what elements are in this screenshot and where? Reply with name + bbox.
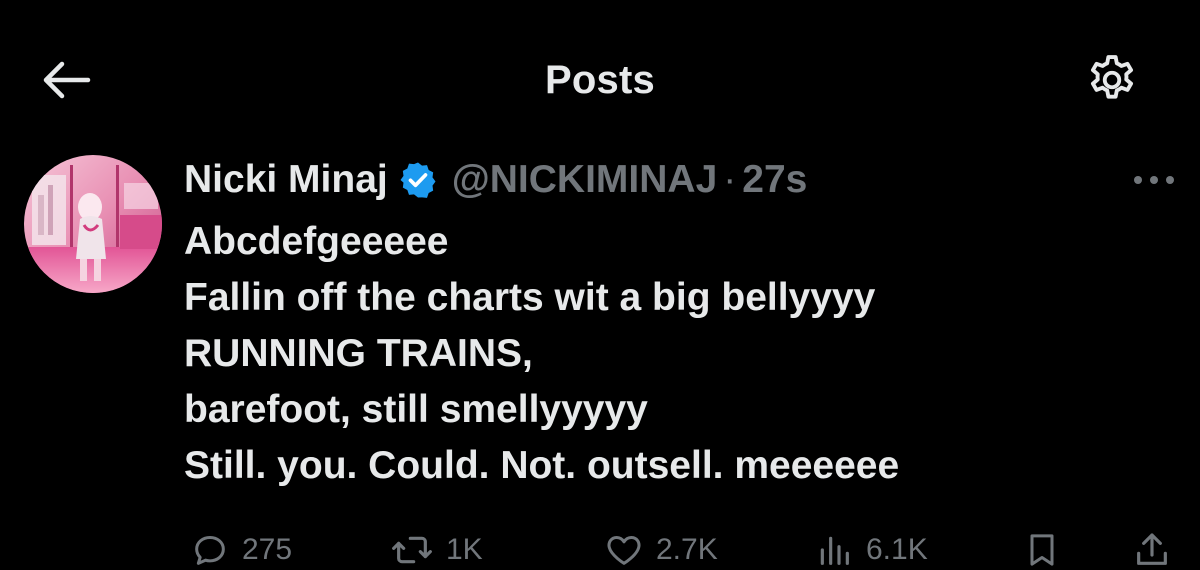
gear-icon <box>1090 55 1134 99</box>
top-bar: Posts <box>0 0 1200 150</box>
avatar[interactable] <box>24 155 162 293</box>
reply-count: 275 <box>242 533 293 566</box>
profile-picture <box>24 155 162 293</box>
like-count: 2.7K <box>656 533 718 566</box>
tweet-header: Nicki Minaj @NICKIMINAJ · 27s <box>184 152 807 208</box>
share-icon <box>1137 533 1167 565</box>
tweet-body: Abcdefgeeeee Fallin off the charts wit a… <box>184 214 1174 494</box>
page-title: Posts <box>545 58 655 102</box>
views-chart-icon <box>820 536 849 565</box>
like-button[interactable]: 2.7K <box>604 530 718 570</box>
timestamp[interactable]: 27s <box>742 158 807 202</box>
repost-icon <box>392 536 432 564</box>
views-button[interactable]: 6.1K <box>814 530 928 570</box>
heart-icon <box>607 536 641 565</box>
tweet-line: Still. you. Could. Not. outsell. meeeeee <box>184 444 900 487</box>
reply-icon <box>195 536 225 565</box>
more-dots-icon <box>1134 176 1174 184</box>
tweet-line: Abcdefgeeeee <box>184 220 449 263</box>
tweet-line: barefoot, still smellyyyyy <box>184 388 648 431</box>
more-options-button[interactable] <box>1124 162 1184 198</box>
verified-badge-icon[interactable] <box>398 160 438 200</box>
separator-dot: · <box>723 158 737 201</box>
repost-button[interactable]: 1K <box>390 530 483 570</box>
view-count: 6.1K <box>866 533 928 566</box>
display-name[interactable]: Nicki Minaj <box>184 158 388 202</box>
bookmark-icon <box>1030 534 1054 566</box>
settings-button[interactable] <box>1080 48 1144 112</box>
repost-count: 1K <box>446 533 483 566</box>
share-button[interactable] <box>1132 530 1184 570</box>
bookmark-button[interactable] <box>1022 530 1074 570</box>
reply-button[interactable]: 275 <box>190 530 292 570</box>
tweet-line: Fallin off the charts wit a big bellyyyy <box>184 276 876 319</box>
tweet-actions: 275 1K 2.7K 6.1K <box>184 530 1184 570</box>
user-handle[interactable]: @NICKIMINAJ <box>452 158 718 202</box>
tweet-line: RUNNING TRAINS, <box>184 332 533 375</box>
